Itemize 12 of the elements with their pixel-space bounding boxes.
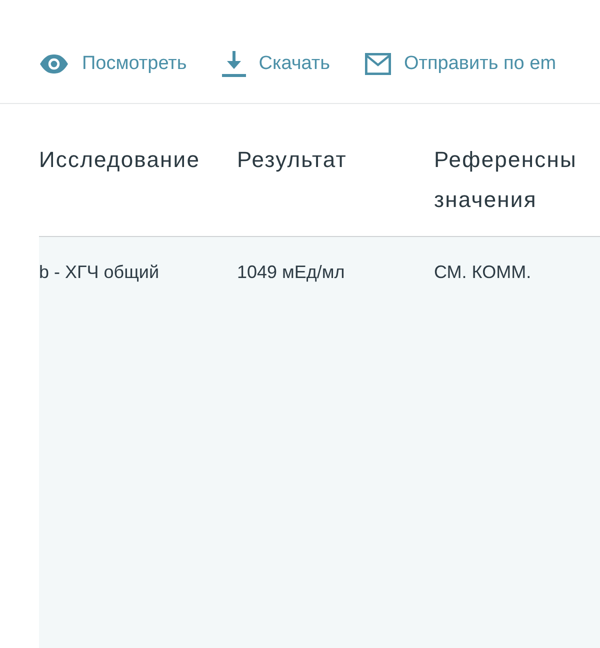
download-link[interactable]: Скачать (222, 50, 330, 78)
eye-icon (39, 54, 69, 74)
column-header: Результат (237, 146, 348, 174)
view-link[interactable]: Посмотреть (39, 50, 187, 78)
table-cell-text: 1049 мЕд/мл (237, 261, 346, 284)
download-icon (222, 51, 246, 77)
table-cell-text: b - ХГЧ общий (39, 261, 160, 284)
table-cell-text: СМ. КОММ. (434, 261, 532, 284)
column-header: Референсны значения (434, 146, 578, 214)
envelope-icon (365, 53, 391, 75)
email-link[interactable]: Отправить по em (365, 50, 556, 78)
column-header: Исследование (39, 146, 202, 174)
